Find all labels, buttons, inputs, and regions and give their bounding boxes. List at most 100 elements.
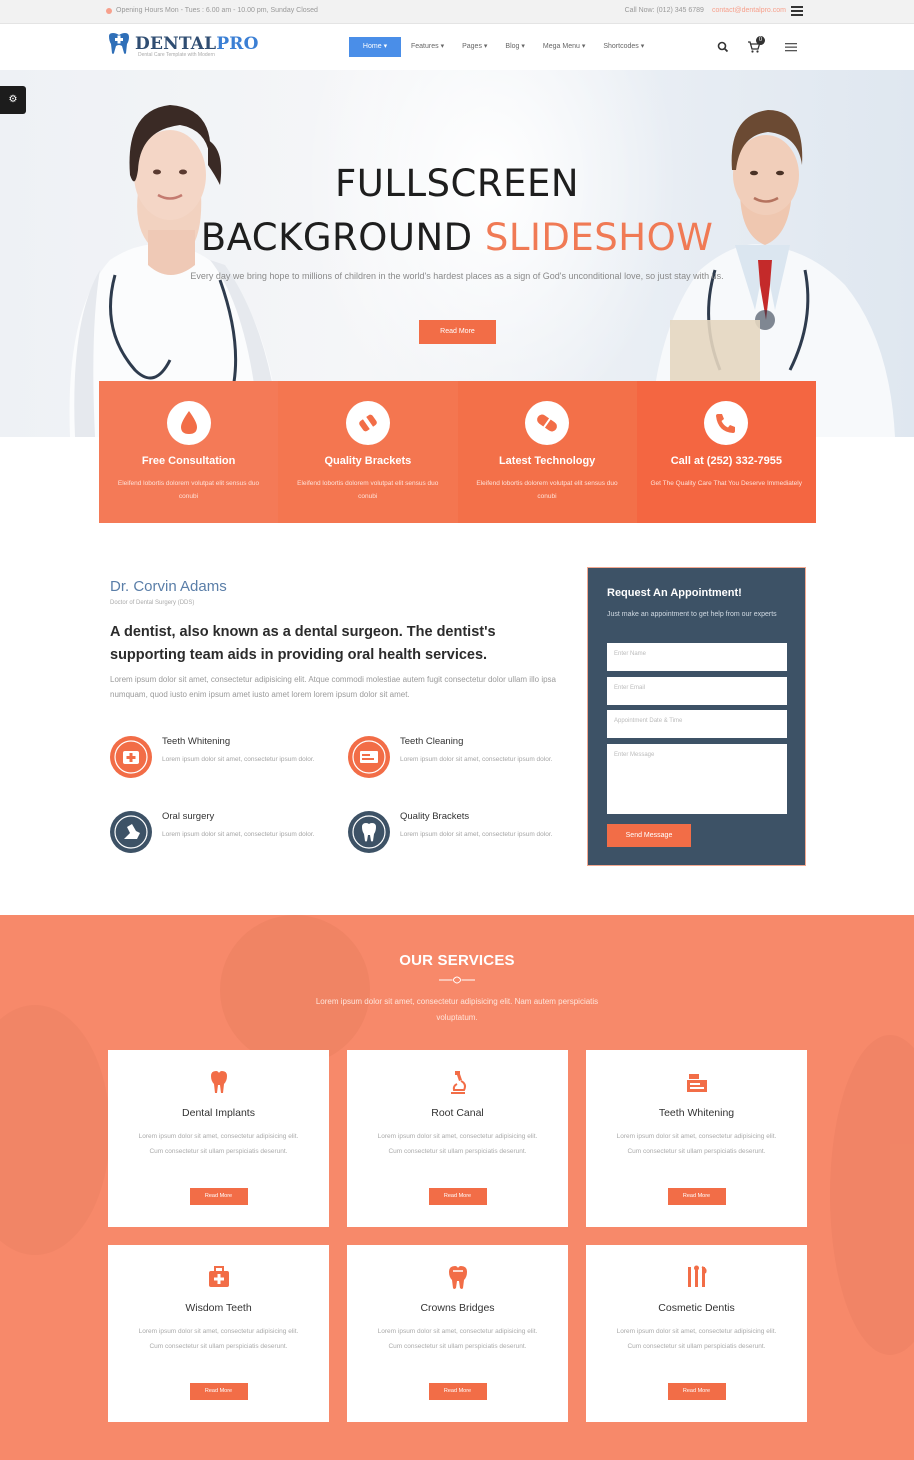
chevron-down-icon: ▾ (440, 43, 445, 50)
service-card-desc: Lorem ipsum dolor sit amet, consectetur … (616, 1133, 777, 1155)
service-card-desc: Lorem ipsum dolor sit amet, consectetur … (377, 1133, 538, 1155)
service-card-read-more[interactable]: Read More (667, 1383, 726, 1400)
service-card-title: Cosmetic Dentis (658, 1302, 735, 1314)
hero-description: Every day we bring hope to millions of c… (190, 271, 724, 281)
services-title: OUR SERVICES (399, 952, 515, 969)
nav-blog-label: Blog (505, 43, 520, 50)
site-logo[interactable]: DENTALPRO Dental Care Template with Mode… (106, 32, 259, 58)
doctor-name: Dr. Corvin Adams (110, 578, 227, 595)
contact-info: Call Now: (012) 345 6789 contact@dentalp… (625, 7, 786, 14)
nav-item-features[interactable]: Features ▾ (401, 37, 453, 57)
feature-title: Quality Brackets (324, 455, 412, 467)
tooth-icon (348, 811, 390, 853)
sliders-icon: ⚙ (8, 94, 18, 105)
service-card-title: Teeth Whitening (658, 1107, 735, 1119)
service-card-title: Crowns Bridges (420, 1302, 495, 1314)
nav-features-label: Features (411, 43, 439, 50)
service-card-title: Root Canal (431, 1107, 484, 1119)
nav-item-mega-menu[interactable]: Mega Menu ▾ (534, 37, 594, 57)
cart-count-badge: 0 (756, 36, 765, 45)
drop-icon (166, 401, 211, 445)
services-description: Lorem ipsum dolor sit amet, consectetur … (315, 997, 599, 1022)
feature-title: Free Consultation (141, 455, 236, 467)
mini-service-teeth-whitening[interactable]: Teeth Whitening Lorem ipsum dolor sit am… (110, 736, 330, 796)
mini-service-desc: Lorem ipsum dolor sit amet, consectetur … (162, 756, 315, 763)
feature-quality-brackets: Quality Brackets Eleifend lobortis dolor… (278, 381, 458, 523)
feature-desc: Eleifend lobortis dolorem volutpat elit … (117, 480, 260, 500)
service-card-crowns-bridges: Crowns Bridges Lorem ipsum dolor sit ame… (347, 1245, 568, 1422)
service-card-wisdom-teeth: Wisdom Teeth Lorem ipsum dolor sit amet,… (108, 1245, 329, 1422)
nav-pages-label: Pages (462, 43, 482, 50)
service-card-read-more[interactable]: Read More (667, 1188, 726, 1205)
service-card-root-canal: Root Canal Lorem ipsum dolor sit amet, c… (347, 1050, 568, 1227)
logo-text: DENTALPRO (135, 35, 259, 53)
feature-call: Call at (252) 332-7955 Get The Quality C… (636, 381, 816, 523)
chevron-down-icon: ▾ (383, 43, 388, 50)
send-message-button[interactable]: Send Message (607, 824, 691, 847)
service-card-dental-implants: Dental Implants Lorem ipsum dolor sit am… (108, 1050, 329, 1227)
mini-service-teeth-cleaning[interactable]: Teeth Cleaning Lorem ipsum dolor sit ame… (348, 736, 568, 796)
logo-main-text: DENTAL (135, 34, 217, 54)
date-time-field[interactable]: Appointment Date & Time (607, 710, 787, 738)
mini-service-desc: Lorem ipsum dolor sit amet, consectetur … (400, 831, 553, 838)
features-strip: Free Consultation Eleifend lobortis dolo… (99, 381, 816, 523)
search-icon[interactable] (716, 40, 730, 54)
service-card-read-more[interactable]: Read More (428, 1383, 487, 1400)
first-aid-icon (110, 736, 152, 778)
service-card-read-more[interactable]: Read More (189, 1383, 248, 1400)
mini-service-oral-surgery[interactable]: Oral surgery Lorem ipsum dolor sit amet,… (110, 811, 330, 871)
pill-icon (525, 401, 570, 445)
hero-title-main: BACKGROUND (200, 216, 485, 259)
mini-service-title: Oral surgery (162, 811, 215, 822)
mini-service-quality-brackets[interactable]: Quality Brackets Lorem ipsum dolor sit a… (348, 811, 568, 871)
main-nav: Home ▾ Features ▾ Pages ▾ Blog ▾ Mega Me… (349, 37, 653, 57)
email-field[interactable]: Enter Email (607, 677, 787, 705)
chevron-down-icon: ▾ (581, 43, 586, 50)
nav-item-shortcodes[interactable]: Shortcodes ▾ (594, 37, 653, 57)
email-link[interactable]: contact@dentalpro.com (712, 7, 786, 14)
service-card-read-more[interactable]: Read More (428, 1188, 487, 1205)
nav-item-pages[interactable]: Pages ▾ (453, 37, 496, 57)
hero-title-line1: FULLSCREEN (334, 162, 580, 205)
hero-title-accent: SLIDESHOW (484, 216, 714, 259)
logo-accent-text: PRO (216, 34, 259, 54)
nav-home-label: Home (362, 43, 382, 50)
phone-text: Call Now: (012) 345 6789 (624, 7, 704, 14)
read-more-button[interactable]: Read More (419, 320, 496, 344)
site-header: DENTALPRO Dental Care Template with Mode… (0, 24, 914, 70)
dental-tools-icon (687, 1265, 707, 1287)
service-card-desc: Lorem ipsum dolor sit amet, consectetur … (616, 1328, 777, 1350)
service-card-desc: Lorem ipsum dolor sit amet, consectetur … (377, 1328, 538, 1350)
our-services-section: OUR SERVICES Lorem ipsum dolor sit amet,… (0, 915, 914, 1460)
mini-service-title: Teeth Cleaning (400, 736, 464, 747)
opening-hours-text: Opening Hours Mon - Tues : 6.00 am - 10.… (116, 7, 318, 14)
feature-desc: Get The Quality Care That You Deserve Im… (650, 480, 802, 487)
menu-icon[interactable] (791, 5, 803, 17)
tooth-logo-icon (109, 33, 129, 54)
settings-toggle[interactable]: ⚙ (0, 86, 26, 114)
hamburger-menu-icon[interactable] (784, 40, 798, 54)
mini-service-title: Teeth Whitening (162, 736, 231, 747)
cart-button[interactable]: 0 (747, 36, 765, 54)
chevron-down-icon: ▾ (640, 43, 645, 50)
bracket-icon (345, 401, 390, 445)
mini-service-title: Quality Brackets (400, 811, 470, 822)
nav-item-blog[interactable]: Blog ▾ (496, 37, 533, 57)
dental-chair-icon (110, 811, 152, 853)
nav-item-home[interactable]: Home ▾ (349, 37, 401, 57)
message-field[interactable]: Enter Message (607, 744, 787, 814)
service-card-teeth-whitening: Teeth Whitening Lorem ipsum dolor sit am… (586, 1050, 807, 1227)
name-field[interactable]: Enter Name (607, 643, 787, 671)
nav-mega-menu-label: Mega Menu (542, 43, 580, 50)
implant-icon (210, 1071, 227, 1093)
top-bar: Opening Hours Mon - Tues : 6.00 am - 10.… (0, 0, 914, 24)
logo-tagline: Dental Care Template with Modern (138, 52, 215, 58)
service-card-read-more[interactable]: Read More (189, 1188, 248, 1205)
service-card-title: Dental Implants (182, 1107, 255, 1119)
appointment-title: Request An Appointment! (607, 587, 742, 599)
medical-kit-icon (208, 1266, 229, 1287)
about-heading: A dentist, also known as a dental surgeo… (110, 624, 496, 663)
feature-title: Call at (252) 332-7955 (670, 455, 783, 467)
feature-desc: Eleifend lobortis dolorem volutpat elit … (297, 480, 439, 500)
opening-hours: Opening Hours Mon - Tues : 6.00 am - 10.… (106, 7, 318, 14)
